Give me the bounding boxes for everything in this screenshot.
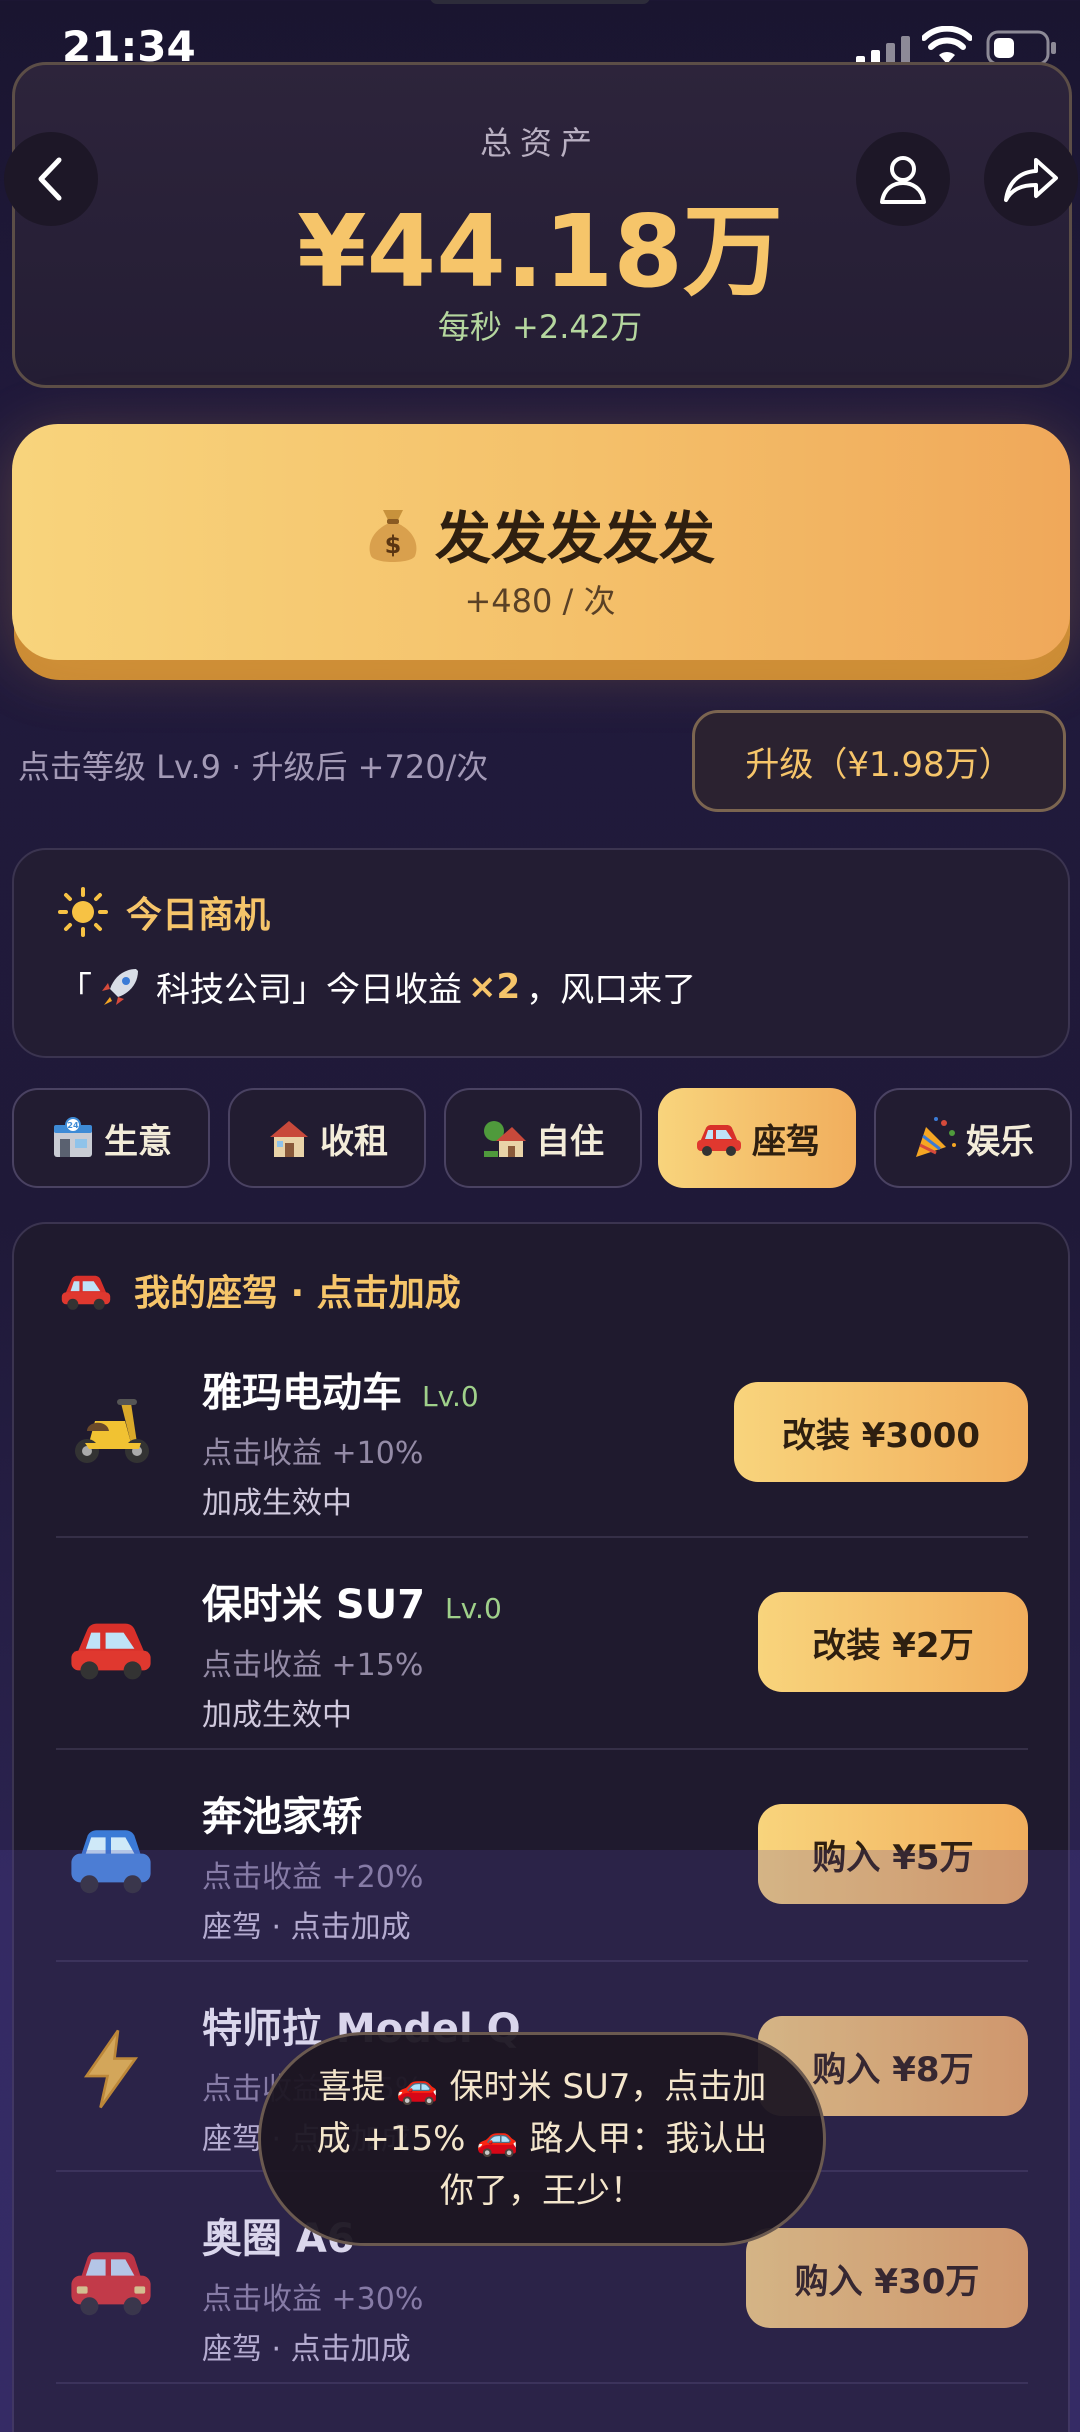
income-per-second: 每秒 +2.42万 [437, 308, 643, 346]
divider [56, 2382, 1028, 2384]
tab-entertainment[interactable]: 娱乐 [874, 1088, 1072, 1188]
convenience-store-icon: 24 [54, 1117, 92, 1157]
vehicle-name: 保时米 SU7 [202, 1582, 426, 1628]
modify-button-1[interactable]: 改装 ¥3000 [734, 1382, 1028, 1482]
vehicle-item-2: 保时米 SU7 Lv.0 点击收益 +15% 加成生效中 [202, 1572, 502, 1734]
daily-opportunity-card [12, 848, 1070, 1058]
vehicle-bonus: 点击收益 +10% [202, 1436, 424, 1471]
divider [56, 1960, 1028, 1962]
tab-business[interactable]: 24 生意 [12, 1088, 210, 1188]
click-level-text: 点击等级 Lv.9 · 升级后 +720/次 [18, 748, 489, 786]
dynamic-island [430, 0, 650, 4]
modify-button-2[interactable]: 改装 ¥2万 [758, 1592, 1028, 1692]
red-car-icon [56, 1592, 166, 1702]
sedan-icon [56, 2226, 166, 2336]
divider [56, 1536, 1028, 1538]
total-assets-value: ¥44.18万 [297, 193, 783, 310]
vehicle-list-title: 我的座驾 · 点击加成 [58, 1264, 461, 1316]
divider [56, 1748, 1028, 1750]
buy-button-5[interactable]: 购入 ¥30万 [746, 2228, 1028, 2328]
vehicle-level: Lv.0 [422, 1380, 479, 1413]
vehicle-status: 座驾 · 点击加成 [202, 2332, 411, 2367]
house-with-garden-icon [484, 1121, 526, 1157]
total-assets-label: 总资产 [479, 124, 600, 162]
wifi-icon [922, 26, 972, 64]
daily-opportunity-text: 「 科技公司」今日收益 ×2 ，风口来了 [58, 962, 696, 1011]
scooter-icon [56, 1376, 166, 1486]
buy-button-3[interactable]: 购入 ¥5万 [758, 1804, 1028, 1904]
vehicle-status: 加成生效中 [202, 1698, 352, 1733]
tap-button-per-click: +480 / 次 [464, 582, 616, 620]
vehicle-bonus: 点击收益 +30% [202, 2282, 424, 2317]
vehicle-name: 奔池家轿 [202, 1794, 362, 1840]
toast-notification: 喜提 🚗 保时米 SU7，点击加成 +15% 🚗 路人甲：我认出你了，王少！ [258, 2032, 826, 2246]
vehicle-bonus: 点击收益 +20% [202, 1860, 424, 1895]
daily-opportunity-title: 今日商机 [58, 886, 270, 938]
vehicle-name: 雅玛电动车 [202, 1370, 402, 1416]
house-icon [270, 1121, 308, 1157]
tab-residence[interactable]: 自住 [444, 1088, 642, 1188]
vehicle-bonus: 点击收益 +15% [202, 1648, 424, 1683]
vehicle-item-1: 雅玛电动车 Lv.0 点击收益 +10% 加成生效中 [202, 1360, 479, 1522]
vehicle-level: Lv.0 [445, 1592, 502, 1625]
car-icon [61, 1275, 111, 1310]
vehicle-status: 加成生效中 [202, 1486, 352, 1521]
svg-text:$: $ [385, 531, 402, 559]
battery-icon [986, 30, 1056, 66]
party-popper-icon [916, 1117, 956, 1157]
rocket-icon [102, 968, 138, 1005]
car-icon [697, 1125, 741, 1156]
sun-icon [58, 887, 108, 937]
vehicle-item-3: 奔池家轿 点击收益 +20% 座驾 · 点击加成 [202, 1784, 423, 1946]
blue-car-icon [56, 1804, 166, 1914]
tap-button-title: $ 发发发发发 [0, 494, 1080, 580]
upgrade-button[interactable]: 升级（¥1.98万） [692, 710, 1066, 812]
svg-text:24: 24 [67, 1121, 79, 1130]
lightning-icon [56, 2014, 166, 2124]
vehicle-status: 座驾 · 点击加成 [202, 1910, 411, 1945]
tab-rent[interactable]: 收租 [228, 1088, 426, 1188]
money-bag-icon: $ [365, 506, 421, 580]
tab-vehicles[interactable]: 座驾 [658, 1088, 856, 1188]
